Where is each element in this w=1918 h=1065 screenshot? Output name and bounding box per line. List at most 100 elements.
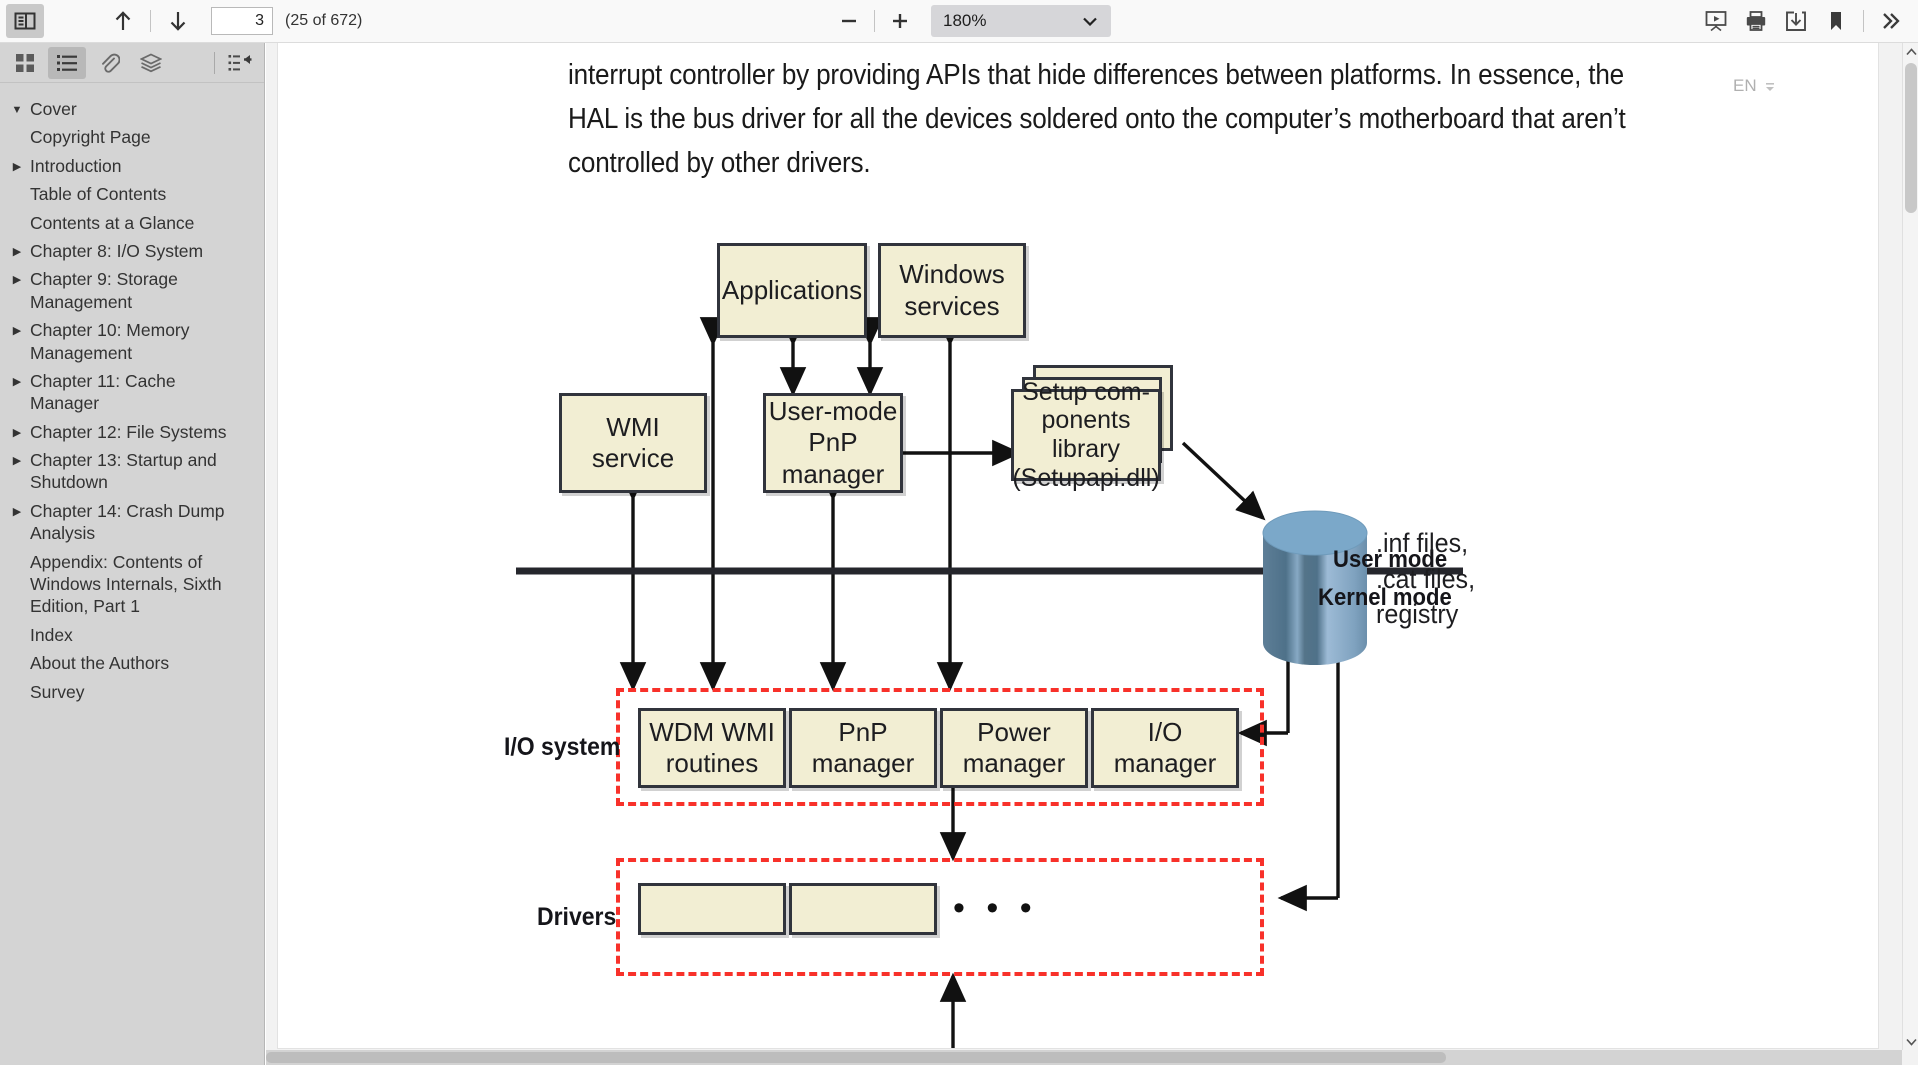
outline-item-label: Chapter 9: Storage Management	[30, 269, 178, 312]
zoom-divider	[874, 10, 875, 32]
outline-item-label: Copyright Page	[30, 127, 151, 148]
outline-item[interactable]: Survey	[4, 678, 256, 706]
zoom-level-select[interactable]: 180%	[931, 5, 1111, 37]
zoom-in-button[interactable]	[881, 4, 919, 38]
outline-item[interactable]: ▶ Chapter 8: I/O System	[4, 237, 256, 265]
box-wmi-service-label: WMI service	[591, 411, 675, 473]
outline-item[interactable]: ▼ Cover	[4, 95, 256, 123]
more-tools-button[interactable]	[1872, 4, 1910, 38]
twisty-collapsed-icon[interactable]: ▶	[4, 319, 30, 338]
twisty-collapsed-icon[interactable]: ▶	[4, 240, 30, 259]
box-wdm-wmi-routines: WDM WMI routines	[638, 708, 786, 788]
outline-item[interactable]: ▶ Chapter 9: Storage Management	[4, 265, 256, 316]
box-windows-services-label: Windows services	[899, 259, 1005, 321]
box-io-manager: I/O manager	[1091, 708, 1239, 788]
sidebar-collapse-outline-button[interactable]	[221, 47, 259, 79]
chevron-down-icon	[1083, 17, 1097, 26]
twisty-placeholder	[4, 624, 30, 629]
outline-item[interactable]: Contents at a Glance	[4, 209, 256, 237]
scroll-up-arrow[interactable]	[1903, 43, 1918, 60]
box-power-manager: Power manager	[940, 708, 1088, 788]
outline-item[interactable]: Index	[4, 621, 256, 649]
outline-item-label: Table of Contents	[30, 184, 167, 205]
plus-icon	[893, 14, 907, 28]
box-wmi-service: WMI service	[559, 393, 707, 493]
box-pnp-manager-label: PnP manager	[811, 716, 915, 778]
vertical-scrollbar-thumb[interactable]	[1905, 63, 1917, 213]
sidebar-tab-strip	[0, 43, 264, 83]
zoom-controls: 180%	[830, 4, 1111, 38]
save-download-button[interactable]	[1777, 4, 1815, 38]
outline-item[interactable]: ▶ Chapter 14: Crash Dump Analysis	[4, 497, 256, 548]
label-drivers: Drivers	[537, 903, 617, 931]
outline-item-label: Chapter 12: File Systems	[30, 421, 227, 442]
outline-item[interactable]: ▶ Chapter 11: Cache Manager	[4, 367, 256, 418]
presentation-mode-button[interactable]	[1697, 4, 1735, 38]
twisty-collapsed-icon[interactable]: ▶	[4, 421, 30, 440]
box-setup-components-library: Setup com- ponents library (Setupapi.dll…	[1011, 378, 1161, 492]
scroll-down-arrow[interactable]	[1903, 1033, 1918, 1050]
twisty-collapsed-icon[interactable]: ▶	[4, 500, 30, 519]
twisty-expanded-icon[interactable]: ▼	[4, 98, 30, 117]
label-drivers-ellipsis: • • •	[953, 889, 1038, 927]
top-toolbar: (25 of 672) 180%	[0, 0, 1918, 43]
next-page-button[interactable]	[159, 4, 197, 38]
sidebar-tab-thumbnails[interactable]	[6, 47, 44, 79]
print-icon	[1746, 11, 1766, 31]
outline-item[interactable]: Copyright Page	[4, 123, 256, 151]
box-driver-2	[789, 883, 937, 935]
document-viewer[interactable]: interrupt controller by providing APIs t…	[266, 43, 1918, 1065]
horizontal-scrollbar[interactable]	[266, 1050, 1902, 1065]
horizontal-scrollbar-thumb[interactable]	[266, 1052, 1446, 1063]
outline-list[interactable]: ▼ Cover Copyright Page ▶ Introduction Table o…	[0, 83, 264, 1063]
twisty-placeholder	[4, 652, 30, 657]
twisty-collapsed-icon[interactable]: ▶	[4, 449, 30, 468]
twisty-collapsed-icon[interactable]: ▶	[4, 155, 30, 174]
outline-item[interactable]: ▶ Chapter 13: Startup and Shutdown	[4, 446, 256, 497]
twisty-placeholder	[4, 212, 30, 217]
right-toolbar-group	[1697, 4, 1910, 38]
outline-item-label: About the Authors	[30, 653, 170, 674]
twisty-placeholder	[4, 681, 30, 686]
vertical-scrollbar[interactable]	[1902, 43, 1918, 1050]
save-icon	[1786, 11, 1806, 31]
twisty-collapsed-icon[interactable]: ▶	[4, 268, 30, 287]
sidebar-tab-attachments[interactable]	[90, 47, 128, 79]
box-usermode-pnp-manager-label: User-mode PnP manager	[768, 396, 898, 489]
outline-item-label: Contents at a Glance	[30, 212, 195, 233]
outline-item-label: Chapter 13: Startup and Shutdown	[30, 450, 217, 493]
minus-icon	[842, 19, 856, 23]
outline-item[interactable]: About the Authors	[4, 649, 256, 677]
outline-item-label: Chapter 11: Cache Manager	[30, 370, 176, 414]
outline-item-label: Chapter 10: Memory Management	[30, 320, 190, 363]
print-button[interactable]	[1737, 4, 1775, 38]
chevron-double-right-icon	[1883, 13, 1900, 29]
twisty-collapsed-icon[interactable]: ▶	[4, 370, 30, 389]
previous-page-button[interactable]	[104, 4, 142, 38]
layers-stack-icon	[140, 53, 162, 72]
page-count-label: (25 of 672)	[285, 12, 363, 29]
arrow-down-icon	[170, 12, 186, 31]
box-applications-label: Applications	[721, 274, 863, 305]
sidebar-tab-layers[interactable]	[132, 47, 170, 79]
zoom-out-button[interactable]	[830, 4, 868, 38]
sidebar-toggle-button[interactable]	[6, 4, 44, 38]
sidebar-tab-outline[interactable]	[48, 46, 86, 79]
outline-item[interactable]: ▶ Chapter 10: Memory Management	[4, 316, 256, 367]
page-number-input[interactable]	[211, 7, 273, 35]
box-power-manager-label: Power manager	[962, 716, 1066, 778]
paperclip-icon	[102, 53, 120, 73]
pdf-page: interrupt controller by providing APIs t…	[278, 43, 1878, 1048]
box-setup-components-library-label: Setup com- ponents library (Setupapi.dll…	[1012, 377, 1160, 492]
outline-item[interactable]: ▶ Introduction	[4, 152, 256, 180]
outline-item-label: Appendix: Contents of Windows Internals,…	[30, 551, 222, 617]
outline-item[interactable]: ▶ Chapter 12: File Systems	[4, 418, 256, 446]
box-usermode-pnp-manager: User-mode PnP manager	[763, 393, 903, 493]
outline-item[interactable]: Appendix: Contents of Windows Internals,…	[4, 548, 256, 621]
outline-item[interactable]: Table of Contents	[4, 180, 256, 208]
bookmark-button[interactable]	[1817, 4, 1855, 38]
twisty-placeholder	[4, 183, 30, 188]
sidebar: ▼ Cover Copyright Page ▶ Introduction Table o…	[0, 43, 265, 1065]
presentation-icon	[1705, 11, 1727, 32]
box-wdm-wmi-routines-label: WDM WMI routines	[649, 716, 775, 778]
